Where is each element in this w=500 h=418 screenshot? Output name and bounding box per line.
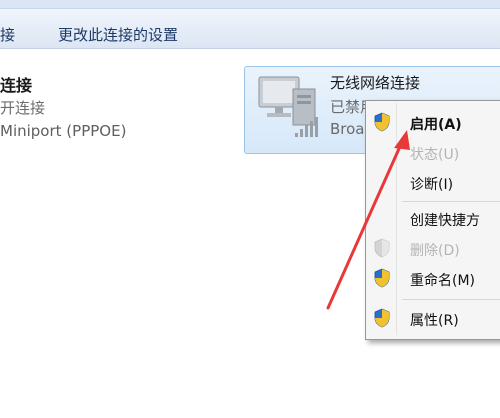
- toolbar-item-connect[interactable]: 接: [0, 24, 15, 45]
- menu-item-label: 启用(A): [410, 117, 462, 133]
- wireless-connection-name: 无线网络连接: [330, 74, 421, 92]
- network-adapter-icon: [258, 76, 318, 137]
- menu-item-label: 创建快捷方: [410, 213, 480, 229]
- menu-item-delete: 删除(D): [366, 235, 500, 263]
- shield-icon: [374, 308, 390, 328]
- shield-icon: [374, 112, 390, 132]
- menu-item-properties[interactable]: 属性(R): [366, 305, 500, 333]
- menu-item-enable[interactable]: 启用(A): [366, 109, 500, 137]
- shield-icon: [374, 238, 390, 258]
- menu-item-status: 状态(U): [366, 139, 500, 167]
- menu-item-label: 删除(D): [410, 243, 460, 259]
- menu-item-label: 重命名(M): [410, 273, 476, 289]
- menu-item-label: 属性(R): [410, 313, 459, 329]
- menu-item-diagnose[interactable]: 诊断(I): [366, 169, 500, 197]
- connection-name: 连接: [0, 76, 33, 95]
- wireless-connection-device: Broa: [330, 120, 365, 138]
- context-menu: 启用(A) 状态(U) 诊断(I) 创建快捷方 删除(D) 重命名(M) 属性(: [365, 100, 500, 340]
- window-top-strip: [0, 0, 500, 9]
- menu-separator: [402, 201, 500, 202]
- menu-item-label: 诊断(I): [410, 177, 454, 193]
- command-bar: 接 更改此连接的设置: [0, 0, 500, 49]
- menu-item-create-shortcut[interactable]: 创建快捷方: [366, 205, 500, 233]
- menu-item-label: 状态(U): [410, 147, 460, 163]
- connection-status: 开连接: [0, 99, 46, 117]
- change-settings-button[interactable]: 更改此连接的设置: [58, 24, 178, 45]
- menu-separator: [402, 299, 500, 300]
- shield-icon: [374, 268, 390, 288]
- connection-device: Miniport (PPPOE): [0, 122, 127, 140]
- menu-item-rename[interactable]: 重命名(M): [366, 265, 500, 293]
